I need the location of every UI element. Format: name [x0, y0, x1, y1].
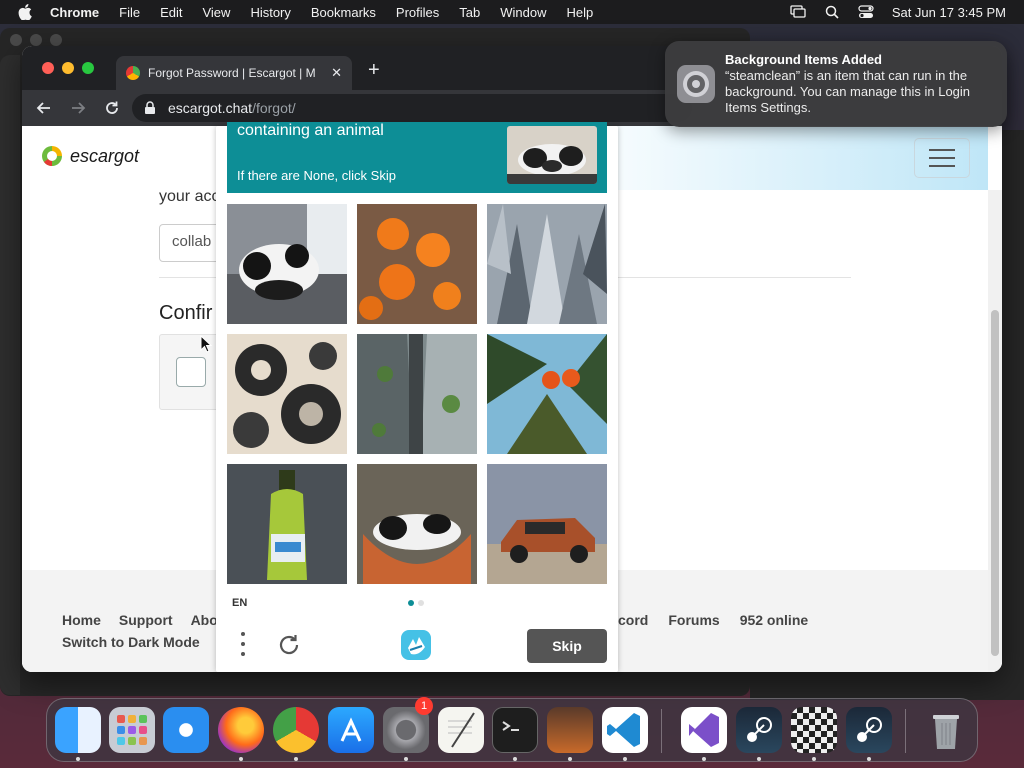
menu-window[interactable]: Window [500, 5, 546, 20]
logo-text: escargot [70, 145, 140, 166]
mouse-cursor-icon [200, 334, 213, 353]
url-path: /forgot/ [252, 100, 296, 116]
menu-app-name[interactable]: Chrome [50, 5, 99, 20]
notification-body: “steamclean” is an item that can run in … [725, 68, 971, 115]
reload-icon[interactable] [100, 96, 124, 120]
captcha-checkbox[interactable] [176, 357, 206, 387]
challenge-prompt: containing an animal [237, 122, 384, 139]
background-window-edge [0, 55, 20, 695]
tile-city-aerial[interactable] [487, 204, 607, 324]
visual-studio-icon[interactable] [681, 707, 727, 753]
site-logo[interactable]: escargot [40, 144, 139, 168]
menu-view[interactable]: View [202, 5, 230, 20]
control-center-icon[interactable] [858, 5, 874, 19]
close-tab-icon[interactable]: ✕ [331, 65, 342, 81]
menu-tab[interactable]: Tab [459, 5, 480, 20]
account-label: your acc [159, 188, 220, 205]
search-icon[interactable] [824, 5, 840, 19]
language-selector[interactable]: EN [232, 597, 247, 609]
apple-icon[interactable] [18, 4, 32, 20]
dock: 1 [46, 697, 978, 762]
tile-gears[interactable] [227, 334, 347, 454]
footer-link-support[interactable]: Support [119, 612, 173, 628]
menu-bar: Chrome File Edit View History Bookmarks … [0, 0, 1024, 24]
captcha-challenge: containing an animal If there are None, … [216, 122, 618, 672]
footer-link-discord[interactable]: cord [618, 612, 648, 628]
challenge-sample-image [507, 126, 597, 184]
page-scrollbar[interactable] [988, 190, 1002, 672]
menu-file[interactable]: File [119, 5, 140, 20]
system-settings-icon [677, 65, 715, 103]
menu-profiles[interactable]: Profiles [396, 5, 439, 20]
textedit-icon[interactable] [438, 707, 484, 753]
confirm-heading: Confir [159, 302, 213, 324]
footer-link-forums[interactable]: Forums [668, 612, 719, 628]
close-window-button[interactable] [42, 62, 54, 74]
more-options-icon[interactable] [238, 632, 248, 656]
menu-bookmarks[interactable]: Bookmarks [311, 5, 376, 20]
tab-forgot-password[interactable]: Forgot Password | Escargot | M ✕ [116, 56, 352, 90]
escargot-favicon-icon [126, 66, 140, 80]
screen-mirroring-icon[interactable] [790, 5, 806, 19]
new-tab-button[interactable]: + [368, 60, 380, 80]
back-icon[interactable] [32, 96, 56, 120]
tab-title: Forgot Password | Escargot | M [148, 66, 316, 80]
challenge-header: containing an animal If there are None, … [227, 122, 607, 193]
tile-orange-tree[interactable] [487, 334, 607, 454]
challenge-hint: If there are None, click Skip [237, 168, 396, 183]
trash-icon[interactable] [923, 707, 969, 753]
launchpad-icon[interactable] [109, 707, 155, 753]
chrome-icon[interactable] [273, 707, 319, 753]
tile-city-street[interactable] [357, 334, 477, 454]
escargot-logo-icon [42, 146, 62, 166]
maximize-window-button[interactable] [82, 62, 94, 74]
menubar-clock[interactable]: Sat Jun 17 3:45 PM [892, 5, 1006, 20]
menu-edit[interactable]: Edit [160, 5, 182, 20]
safari-icon[interactable] [163, 707, 209, 753]
tile-panda-sofa[interactable] [227, 204, 347, 324]
steam-icon-2[interactable] [846, 707, 892, 753]
minimize-window-button[interactable] [62, 62, 74, 74]
tile-orange-car[interactable] [487, 464, 607, 584]
hcaptcha-logo-icon [399, 628, 433, 662]
garageband-icon[interactable] [547, 707, 593, 753]
notification-title: Background Items Added [725, 52, 882, 67]
url-domain: escargot.chat [168, 100, 253, 116]
background-items-notification[interactable]: Background Items Added “steamclean” is a… [665, 41, 1007, 127]
tile-oranges[interactable] [357, 204, 477, 324]
dark-mode-toggle[interactable]: Switch to Dark Mode [62, 634, 200, 650]
forward-icon[interactable] [66, 96, 90, 120]
vscode-icon[interactable] [602, 707, 648, 753]
menu-history[interactable]: History [250, 5, 290, 20]
finder-icon[interactable] [55, 707, 101, 753]
footer-link-home[interactable]: Home [62, 612, 101, 628]
hamburger-icon [929, 149, 955, 151]
footer-link-about[interactable]: Abo [191, 612, 218, 628]
app-store-icon[interactable] [328, 707, 374, 753]
page-indicator [408, 600, 424, 606]
steam-icon[interactable] [736, 707, 782, 753]
menu-toggle-button[interactable] [914, 138, 970, 178]
address-bar[interactable]: escargot.chat/forgot/ [132, 94, 692, 122]
refresh-icon[interactable] [276, 632, 302, 658]
skip-button[interactable]: Skip [527, 629, 607, 663]
lock-icon[interactable] [144, 101, 158, 115]
tile-green-bottle[interactable] [227, 464, 347, 584]
menu-help[interactable]: Help [567, 5, 594, 20]
chess-icon[interactable] [791, 707, 837, 753]
settings-badge: 1 [415, 697, 433, 715]
tile-panda-bowl[interactable] [357, 464, 477, 584]
firefox-icon[interactable] [218, 707, 264, 753]
footer-online-count: 952 online [739, 612, 809, 628]
window-controls [42, 62, 94, 74]
terminal-icon[interactable] [492, 707, 538, 753]
challenge-grid [227, 204, 607, 584]
